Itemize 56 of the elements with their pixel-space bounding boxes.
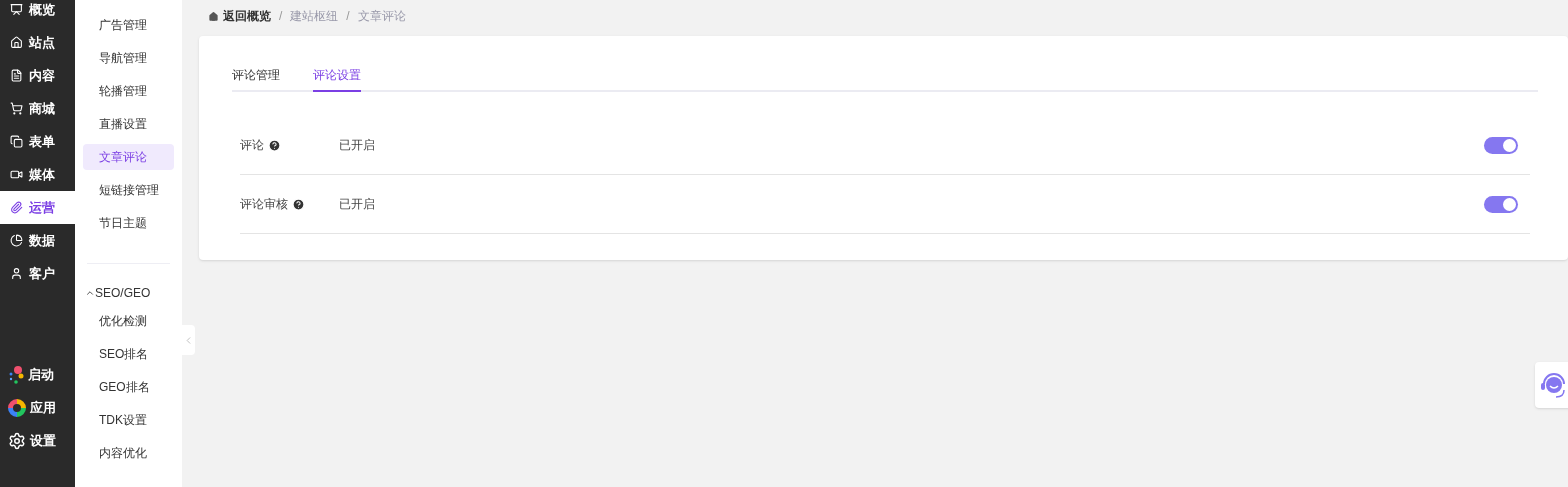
chevron-up-icon — [85, 288, 95, 298]
nav-item[interactable]: 启动 — [0, 358, 75, 391]
nav-item[interactable]: 概览 — [0, 0, 75, 26]
tab[interactable]: 评论设置 — [313, 66, 361, 92]
nav-item[interactable]: 媒体 — [0, 158, 75, 191]
nav-item[interactable]: 数据 — [0, 224, 75, 257]
video-icon — [10, 168, 23, 181]
tab[interactable]: 评论管理 — [232, 66, 280, 92]
breadcrumb-item: 文章评论 — [357, 8, 406, 25]
nav-item[interactable]: 表单 — [0, 125, 75, 158]
submenu-item[interactable]: 直播设置 — [83, 111, 174, 137]
home-icon — [10, 36, 23, 49]
pie-chart-icon — [10, 234, 23, 247]
setting-status: 已开启 — [339, 196, 375, 213]
breadcrumb-separator: / — [346, 8, 350, 25]
nav-item[interactable]: 设置 — [0, 424, 75, 457]
nav-item[interactable]: 内容 — [0, 59, 75, 92]
submenu-item[interactable]: 文章评论 — [83, 144, 174, 170]
presentation-icon — [10, 3, 23, 16]
home-icon — [208, 10, 219, 22]
dots-icon — [8, 365, 24, 384]
toggle-switch[interactable] — [1484, 136, 1518, 154]
submenu-item[interactable]: 广告管理 — [83, 12, 174, 38]
paperclip-icon — [10, 201, 23, 214]
breadcrumb-separator: / — [279, 8, 283, 25]
settings-icon — [8, 431, 26, 450]
setting-label: 评论审核 — [240, 196, 288, 213]
submenu-item[interactable]: SEO排名 — [83, 341, 174, 367]
nav-item[interactable]: 运营 — [0, 191, 75, 224]
submenu-item[interactable]: 轮播管理 — [83, 78, 174, 104]
headset-icon — [1540, 370, 1568, 400]
nav-item[interactable]: 站点 — [0, 26, 75, 59]
help-icon[interactable] — [268, 138, 281, 152]
breadcrumb-link[interactable]: 返回概览 — [208, 7, 271, 25]
submenu-item[interactable]: 优化检测 — [83, 308, 174, 334]
submenu-item[interactable]: 内容优化 — [83, 440, 174, 466]
user-icon — [10, 267, 23, 280]
toggle-switch[interactable] — [1484, 195, 1518, 213]
submenu-item[interactable]: TDK设置 — [83, 407, 174, 433]
copy-icon — [10, 135, 23, 148]
nav-item[interactable]: 应用 — [0, 391, 75, 424]
submenu-item[interactable]: 导航管理 — [83, 45, 174, 71]
setting-status: 已开启 — [339, 137, 375, 154]
help-icon[interactable] — [292, 197, 305, 211]
submenu-item[interactable]: GEO排名 — [83, 374, 174, 400]
support-button[interactable] — [1535, 362, 1568, 408]
nav-item[interactable]: 商城 — [0, 92, 75, 125]
nav-item[interactable]: 客户 — [0, 257, 75, 290]
setting-label: 评论 — [240, 137, 264, 154]
document-icon — [10, 69, 23, 82]
cart-icon — [10, 102, 23, 115]
submenu-item[interactable]: 节日主题 — [83, 210, 174, 236]
collapse-handle[interactable] — [182, 325, 195, 355]
color-ring-icon — [8, 398, 26, 417]
submenu-item[interactable]: 短链接管理 — [83, 177, 174, 203]
submenu-group-toggle[interactable]: SEO/GEO — [85, 284, 182, 302]
